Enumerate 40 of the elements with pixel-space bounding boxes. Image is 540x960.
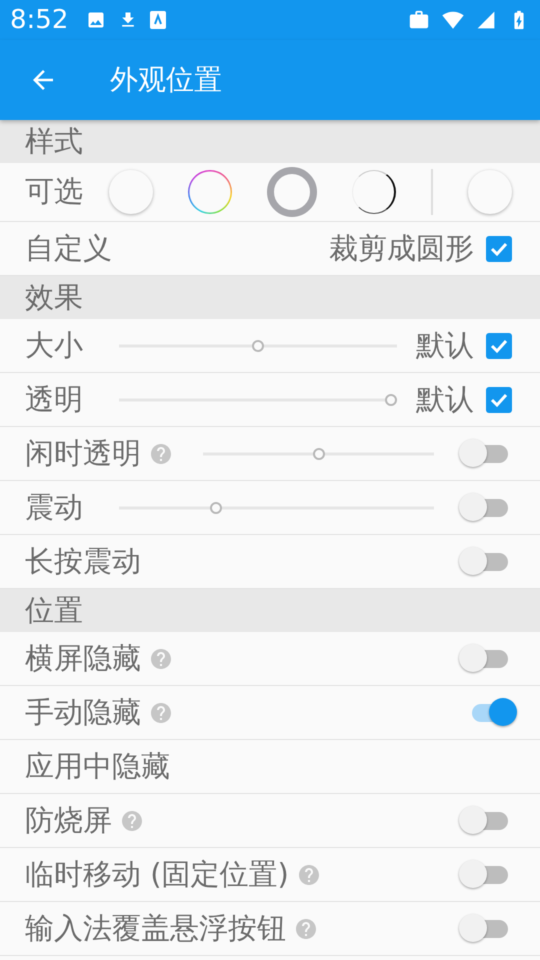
row-label: 闲时透明 (25, 434, 141, 472)
help-icon[interactable] (296, 862, 321, 886)
section-title: 效果 (25, 278, 83, 316)
checkbox-label: 裁剪成圆形 (329, 230, 474, 266)
row-label: 可选 (25, 173, 83, 210)
row-label: 防烧屏 (25, 802, 112, 838)
wifi-icon (442, 9, 464, 31)
help-icon[interactable] (294, 916, 318, 940)
checkbox[interactable] (486, 236, 512, 262)
row-label: 自定义 (25, 230, 112, 266)
slider-thumb[interactable] (312, 448, 324, 460)
checkbox-label: 默认 (416, 380, 474, 418)
checkbox-label: 默认 (416, 326, 474, 364)
checkbox[interactable] (486, 332, 512, 358)
row-label: 大小 (25, 326, 83, 364)
help-icon[interactable] (149, 646, 173, 670)
help-icon[interactable] (149, 442, 173, 466)
section-title: 位置 (25, 592, 83, 628)
image-icon (86, 10, 106, 30)
section-title: 样式 (25, 122, 83, 160)
row-label: 手动隐藏 (25, 694, 141, 730)
row-label: 横屏隐藏 (25, 640, 141, 676)
row-label: 震动 (25, 488, 83, 526)
slider-thumb[interactable] (385, 394, 397, 406)
row-label: 临时移动 (固定位置) (25, 856, 289, 892)
row-label: 透明 (25, 380, 83, 418)
page-title: 外观位置 (110, 62, 222, 98)
slider-thumb[interactable] (210, 502, 222, 514)
help-icon[interactable] (120, 808, 144, 832)
slider-thumb[interactable] (252, 340, 264, 352)
row-label: 长按震动 (25, 542, 141, 580)
row-label: 应用中隐藏 (25, 748, 170, 784)
help-icon[interactable] (149, 700, 173, 724)
row-label: 输入法覆盖悬浮按钮 (25, 910, 286, 946)
status-time: 8:52 (10, 5, 68, 35)
briefcase-icon (408, 9, 430, 31)
keyboard-icon (150, 11, 166, 29)
signal-icon (476, 10, 496, 30)
style-option[interactable] (352, 170, 396, 214)
checkbox[interactable] (486, 386, 512, 412)
